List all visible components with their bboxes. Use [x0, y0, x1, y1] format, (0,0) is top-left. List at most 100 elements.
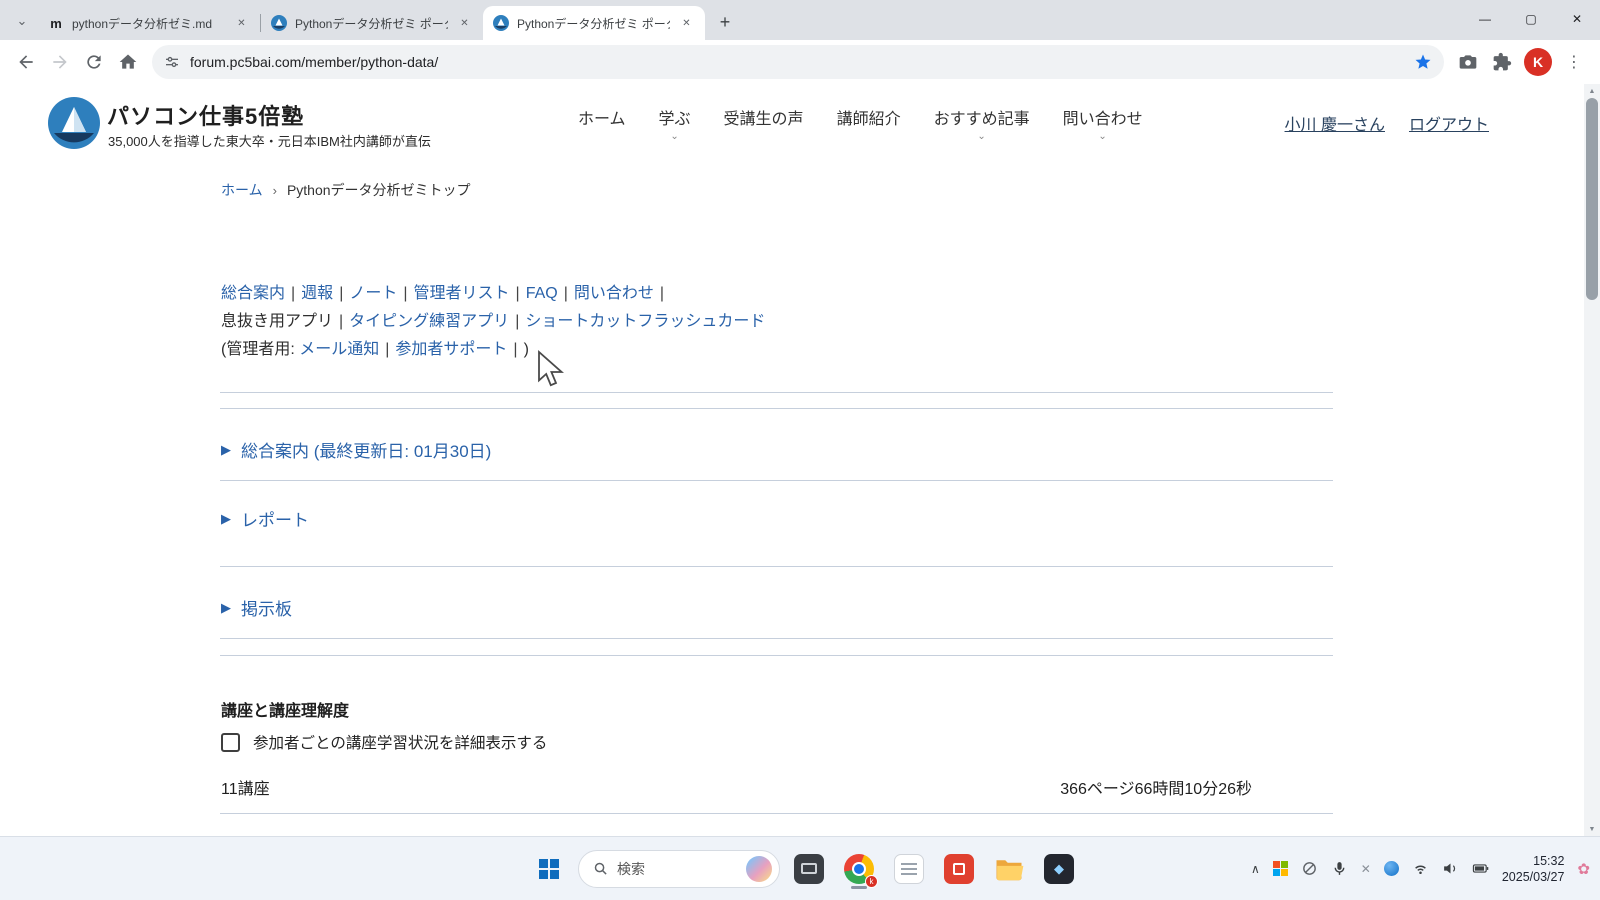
breadcrumb-home-link[interactable]: ホーム: [221, 180, 263, 200]
pipe-separator: |: [515, 313, 519, 330]
pipe-separator: |: [403, 285, 407, 302]
profile-avatar[interactable]: K: [1524, 48, 1552, 76]
volume-icon[interactable]: [1442, 860, 1459, 877]
course-count: 11講座: [221, 775, 270, 799]
windows-taskbar: 検索 k ◆ ∧ ✕: [0, 836, 1600, 900]
close-window-button[interactable]: ✕: [1554, 0, 1600, 38]
nav-item-contact[interactable]: 問い合わせ ⌄: [1063, 105, 1143, 142]
start-button[interactable]: [528, 848, 570, 890]
scrollbar[interactable]: ▲ ▼: [1584, 84, 1600, 836]
browser-tab-portal-2-active[interactable]: Pythonデータ分析ゼミ ポータルトッ ✕: [483, 6, 705, 40]
screenshot-extension-button[interactable]: [1452, 46, 1484, 78]
seasonal-flower-icon[interactable]: ✿: [1577, 860, 1590, 878]
close-tab-icon[interactable]: ✕: [678, 15, 695, 32]
terminal-icon: [794, 854, 824, 884]
dark-editor-icon: ◆: [1044, 854, 1074, 884]
site-logo[interactable]: [48, 97, 100, 149]
breadcrumb: ホーム › Pythonデータ分析ゼミトップ: [221, 180, 1600, 200]
browser-tab-markdown[interactable]: m pythonデータ分析ゼミ.md ✕: [38, 6, 260, 40]
taskbar-app-red[interactable]: [938, 848, 980, 890]
microsoft-apps-icon[interactable]: [1273, 861, 1288, 876]
logout-link[interactable]: ログアウト: [1409, 111, 1489, 135]
close-tab-icon[interactable]: ✕: [233, 15, 250, 32]
maximize-button[interactable]: ▢: [1508, 0, 1554, 38]
browser-tab-portal-1[interactable]: Pythonデータ分析ゼミ ポータルトッ ✕: [261, 6, 483, 40]
taskbar-app-explorer[interactable]: [988, 848, 1030, 890]
taskbar-app-notes[interactable]: [888, 848, 930, 890]
link-mail-notification[interactable]: メール通知: [299, 341, 379, 358]
taskbar-search[interactable]: 検索: [578, 850, 780, 888]
nav-label: 講師紹介: [837, 105, 901, 129]
taskbar-app-terminal[interactable]: [788, 848, 830, 890]
link-typing-app[interactable]: タイピング練習アプリ: [349, 313, 509, 330]
do-not-disturb-icon[interactable]: [1301, 860, 1318, 877]
section-label: 掲示板: [241, 595, 292, 620]
taskbar-app-dark-editor[interactable]: ◆: [1038, 848, 1080, 890]
url-bar[interactable]: forum.pc5bai.com/member/python-data/: [152, 45, 1444, 79]
reload-button[interactable]: [78, 46, 110, 78]
wifi-icon[interactable]: [1412, 860, 1429, 877]
tab-search-icon[interactable]: ⌄: [10, 7, 34, 35]
new-tab-button[interactable]: +: [711, 8, 739, 36]
divider: [220, 638, 1333, 639]
section-label: 総合案内 (最終更新日: 01月30日): [241, 437, 491, 462]
scrollbar-thumb[interactable]: [1586, 98, 1598, 300]
user-name-link[interactable]: 小川 慶一さん: [1285, 111, 1385, 135]
nav-item-voices[interactable]: 受講生の声 ⌄: [724, 105, 804, 142]
site-favicon-icon: [493, 15, 509, 31]
link-contact[interactable]: 問い合わせ: [574, 285, 654, 302]
system-tray: ∧ ✕ 15:32 2025/03/27 ✿: [1251, 837, 1590, 900]
pipe-separator: |: [339, 285, 343, 302]
minimize-button[interactable]: —: [1462, 0, 1508, 38]
chevron-down-icon: ⌄: [1098, 131, 1106, 142]
link-general-info[interactable]: 総合案内: [221, 285, 285, 302]
user-links: 小川 慶一さん ログアウト: [1285, 84, 1489, 162]
browser-menu-button[interactable]: ⋮: [1558, 46, 1590, 78]
nav-item-instructors[interactable]: 講師紹介 ⌄: [837, 105, 901, 142]
nav-item-learn[interactable]: 学ぶ ⌄: [659, 105, 691, 142]
page-viewport: ▲ ▼ パソコン仕事5倍塾 35,000人を指導した東大卒・元日本IBM社内講師…: [0, 84, 1600, 836]
battery-icon[interactable]: [1472, 860, 1489, 877]
link-admin-list[interactable]: 管理者リスト: [414, 285, 510, 302]
section-toggle-general-info[interactable]: ▶ 総合案内 (最終更新日: 01月30日): [221, 437, 1600, 461]
link-shortcut-flashcards[interactable]: ショートカットフラッシュカード: [525, 313, 765, 330]
clock-date: 2025/03/27: [1502, 869, 1565, 885]
link-weekly-report[interactable]: 週報: [301, 285, 333, 302]
microphone-icon[interactable]: [1331, 860, 1348, 877]
close-tab-icon[interactable]: ✕: [456, 15, 473, 32]
back-button[interactable]: [10, 46, 42, 78]
course-stats-row: 11講座 366ページ66時間10分26秒: [221, 775, 1252, 799]
screen: ⌄ m pythonデータ分析ゼミ.md ✕ Pythonデータ分析ゼミ ポータ…: [0, 0, 1600, 900]
pipe-separator: |: [339, 313, 343, 330]
browser-tabbar: ⌄ m pythonデータ分析ゼミ.md ✕ Pythonデータ分析ゼミ ポータ…: [0, 0, 1600, 40]
scroll-up-icon[interactable]: ▲: [1584, 84, 1600, 98]
divider: [220, 392, 1333, 393]
extensions-button[interactable]: [1486, 46, 1518, 78]
blue-app-tray-icon[interactable]: [1384, 861, 1399, 876]
section-toggle-report[interactable]: ▶ レポート: [221, 506, 1600, 530]
tray-close-icon[interactable]: ✕: [1361, 862, 1371, 876]
forward-button[interactable]: [44, 46, 76, 78]
divider: [220, 566, 1333, 567]
quick-links: 総合案内|週報|ノート|管理者リスト|FAQ|問い合わせ| 息抜き用アプリ|タイ…: [221, 280, 1600, 364]
home-button[interactable]: [112, 46, 144, 78]
detail-display-checkbox[interactable]: [221, 733, 240, 752]
bookmark-star-icon[interactable]: [1414, 53, 1432, 71]
nav-item-articles[interactable]: おすすめ記事 ⌄: [934, 105, 1030, 142]
link-notes[interactable]: ノート: [349, 285, 397, 302]
active-app-indicator: [851, 886, 867, 889]
search-highlight-icon[interactable]: [746, 856, 772, 882]
nav-label: おすすめ記事: [934, 105, 1030, 129]
nav-item-home[interactable]: ホーム ⌄: [578, 105, 626, 142]
tray-expand-icon[interactable]: ∧: [1251, 862, 1260, 876]
triangle-marker-icon: ▶: [221, 443, 231, 456]
section-toggle-board[interactable]: ▶ 掲示板: [221, 595, 1600, 619]
url-text[interactable]: forum.pc5bai.com/member/python-data/: [190, 54, 1404, 70]
link-participant-support[interactable]: 参加者サポート: [395, 341, 507, 358]
taskbar-app-chrome[interactable]: k: [838, 848, 880, 890]
link-faq[interactable]: FAQ: [526, 285, 558, 302]
scroll-down-icon[interactable]: ▼: [1584, 822, 1600, 836]
triangle-marker-icon: ▶: [221, 512, 231, 525]
site-settings-icon[interactable]: [164, 54, 180, 70]
taskbar-clock[interactable]: 15:32 2025/03/27: [1502, 853, 1565, 885]
